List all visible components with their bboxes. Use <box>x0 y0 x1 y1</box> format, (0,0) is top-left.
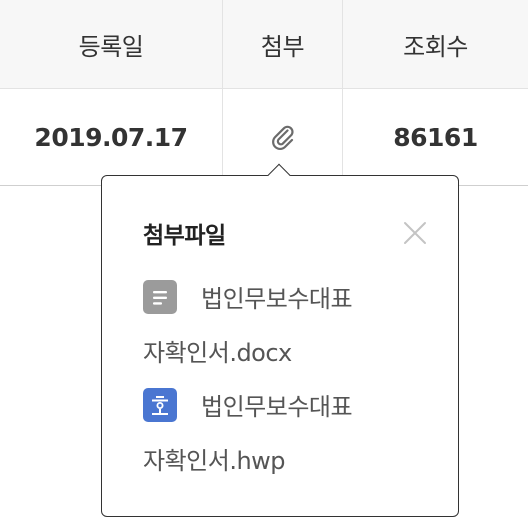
board-table-with-attachment-popover: 등록일 첨부 조회수 2019.07.17 86161 첨부파일 법인무보수대표… <box>0 0 528 526</box>
attachment-button[interactable] <box>263 117 303 157</box>
hwp-file-icon <box>143 388 177 422</box>
row-views: 86161 <box>393 122 478 152</box>
attachment-file-link[interactable]: 법인무보수대표자확인서.hwp <box>143 380 443 488</box>
file-name-line: 자확인서.hwp <box>143 447 286 475</box>
attachment-file-link[interactable]: 법인무보수대표자확인서.docx <box>143 272 443 380</box>
header-views: 조회수 <box>403 33 468 61</box>
paperclip-icon <box>271 125 294 150</box>
row-date: 2019.07.17 <box>34 122 188 152</box>
popover-title: 첨부파일 <box>143 223 226 249</box>
doc-file-icon <box>143 280 177 314</box>
file-name-line: 법인무보수대표 <box>201 285 353 313</box>
attachment-popover: 첨부파일 법인무보수대표 자확인서.docx 법인무보수대표 자확인서.hwp <box>101 175 459 517</box>
header-attachment: 첨부 <box>260 33 305 61</box>
file-name-line: 법인무보수대표 <box>201 393 353 421</box>
file-name-line: 자확인서.docx <box>143 339 292 367</box>
close-icon <box>404 222 426 244</box>
table-header: 등록일 첨부 조회수 <box>0 0 528 89</box>
header-date: 등록일 <box>78 33 144 61</box>
close-button[interactable] <box>400 218 430 248</box>
